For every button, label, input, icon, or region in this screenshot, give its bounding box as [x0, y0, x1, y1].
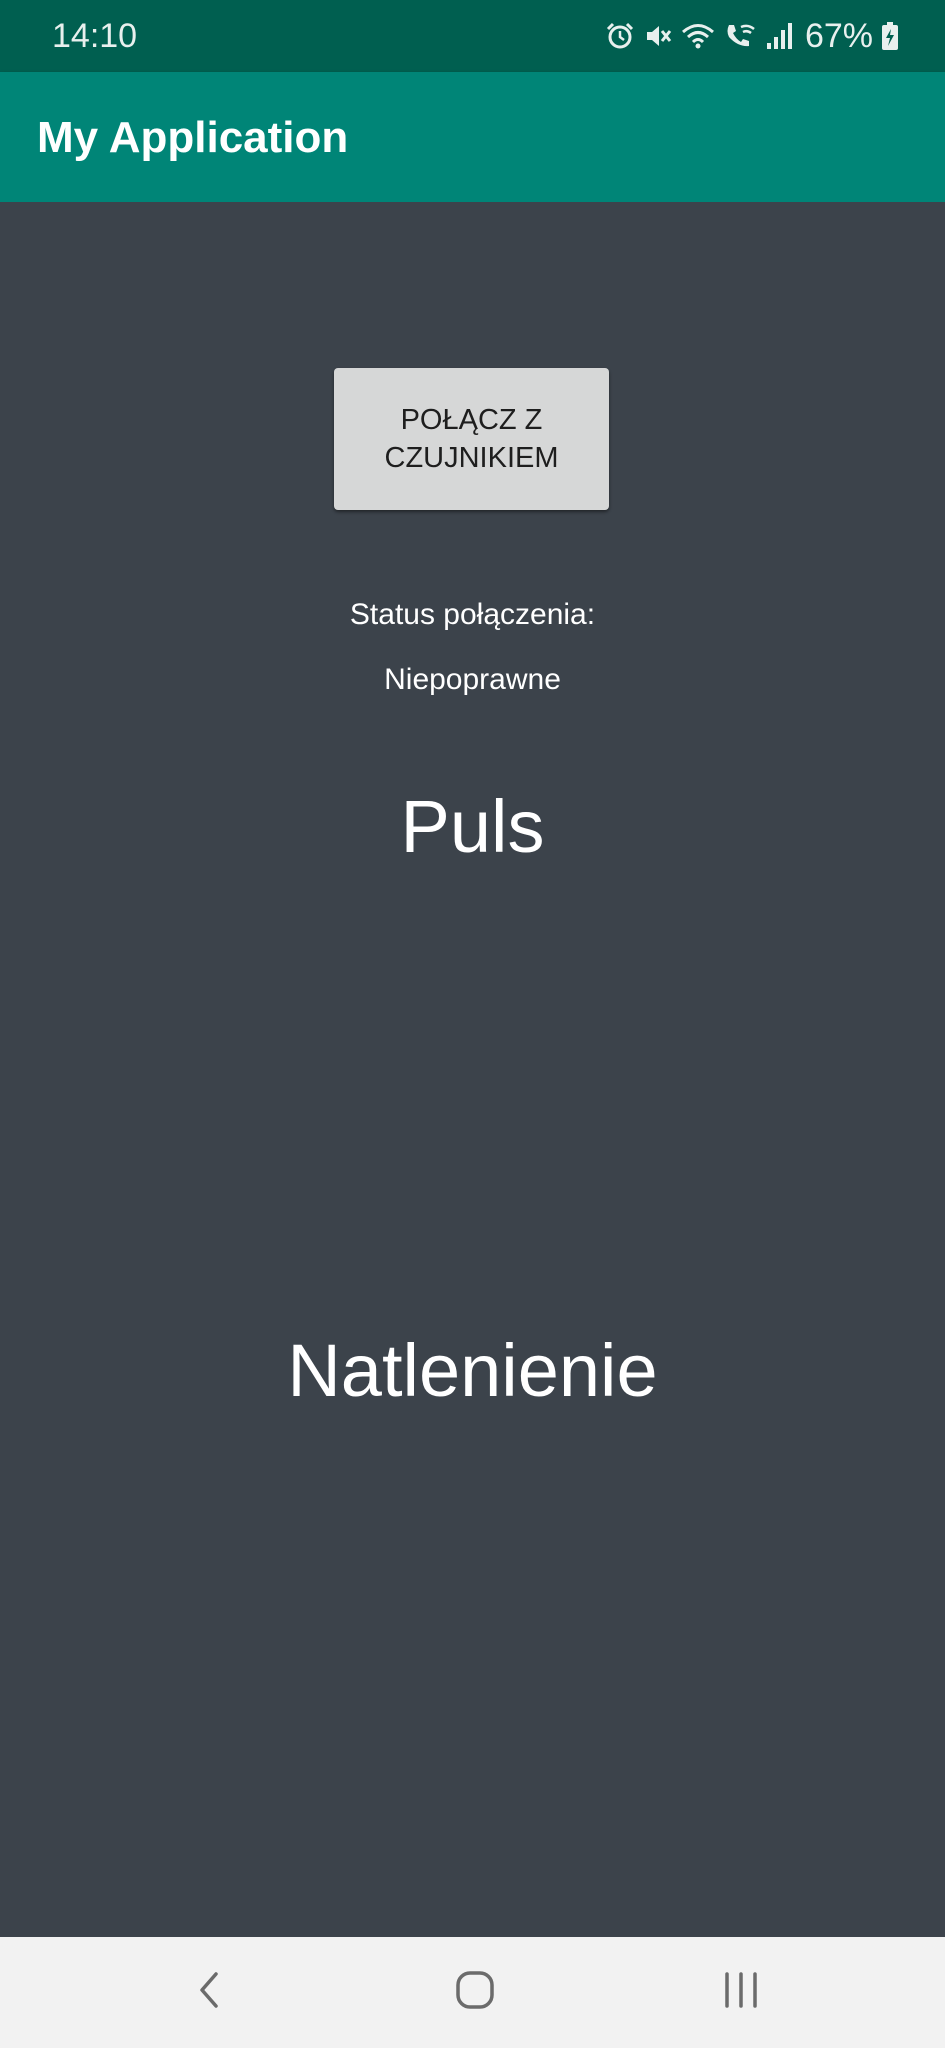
wifi-icon [681, 21, 715, 51]
app-bar: My Application [0, 72, 945, 202]
home-button[interactable] [430, 1957, 520, 2027]
recents-icon [719, 1968, 763, 2017]
mute-icon [643, 21, 673, 51]
signal-icon [765, 21, 793, 51]
oxygen-saturation-label: Natlenienie [287, 1329, 658, 1412]
wifi-calling-icon [723, 21, 757, 51]
connect-sensor-button[interactable]: POŁĄCZ Z CZUJNIKIEM [334, 368, 609, 510]
pulse-label: Puls [400, 785, 545, 868]
back-button[interactable] [165, 1957, 255, 2027]
status-bar: 14:10 67% [0, 0, 945, 72]
back-icon [190, 1968, 230, 2017]
connection-status-label: Status połączenia: [349, 598, 596, 631]
main-content: POŁĄCZ Z CZUJNIKIEM Status połączenia: N… [0, 202, 945, 1937]
battery-percent: 67% [804, 17, 873, 55]
alarm-icon [605, 21, 635, 51]
status-icons: 67% [605, 14, 899, 58]
battery-charging-icon [881, 21, 899, 51]
recents-button[interactable] [696, 1957, 786, 2027]
app-title: My Application [37, 113, 349, 162]
navigation-bar [0, 1937, 945, 2048]
home-icon [453, 1968, 497, 2017]
status-time: 14:10 [52, 17, 138, 55]
connection-status-value: Niepoprawne [384, 663, 561, 696]
